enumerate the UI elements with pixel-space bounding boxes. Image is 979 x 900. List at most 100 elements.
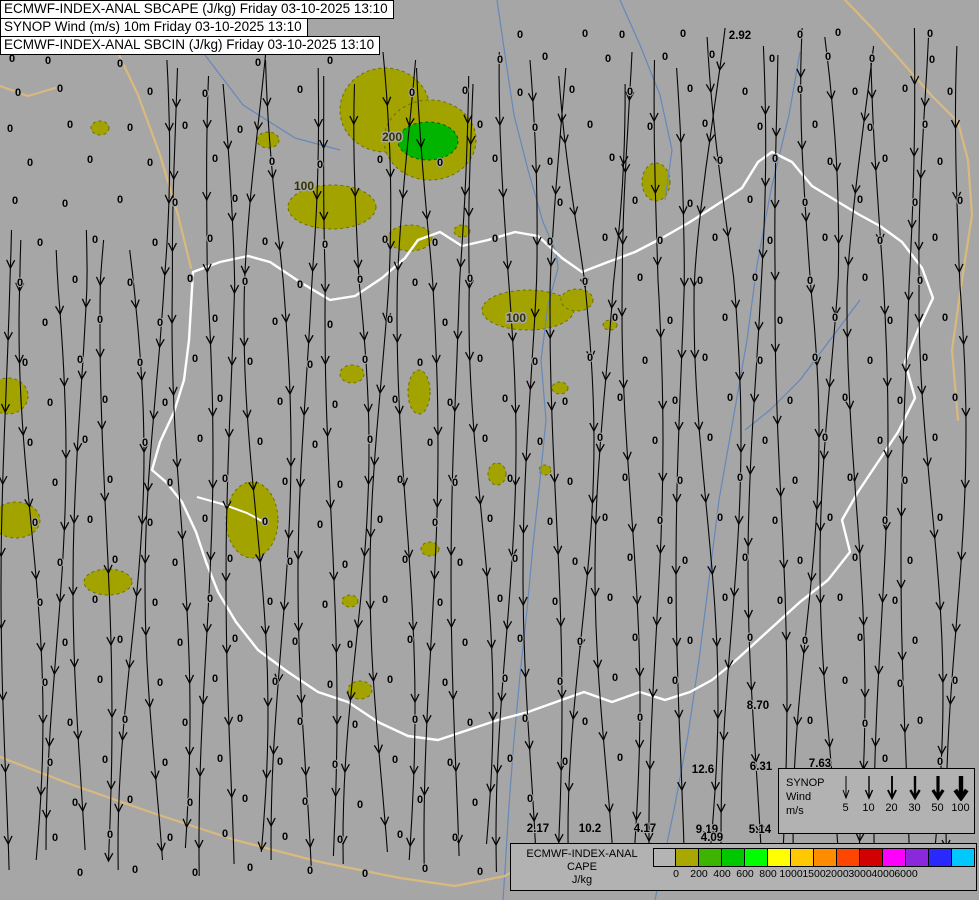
station-value-zero: 0 (882, 753, 888, 765)
station-value-zero: 0 (672, 395, 678, 407)
station-value-zero: 0 (609, 152, 615, 164)
station-value-zero: 0 (902, 83, 908, 95)
station-value-zero: 0 (632, 632, 638, 644)
station-value-zero: 0 (582, 716, 588, 728)
station-value-zero: 0 (917, 275, 923, 287)
station-value-zero: 0 (297, 279, 303, 291)
station-value: 2.92 (729, 30, 751, 42)
station-value-zero: 0 (332, 399, 338, 411)
station-value-zero: 0 (177, 637, 183, 649)
station-value-zero: 0 (87, 514, 93, 526)
station-value-zero: 0 (102, 394, 108, 406)
station-value-zero: 0 (92, 234, 98, 246)
station-value-zero: 0 (457, 557, 463, 569)
station-value-zero: 0 (512, 553, 518, 565)
cape-tick-label: 1000 (779, 868, 803, 880)
station-value-zero: 0 (432, 237, 438, 249)
contour-label: 200 (382, 130, 402, 144)
station-value-zero: 0 (327, 319, 333, 331)
station-value-zero: 0 (82, 434, 88, 446)
station-value-zero: 0 (392, 394, 398, 406)
station-value-zero: 0 (42, 677, 48, 689)
cape-colorbar: 0 200 400 600 800 1000 1500 2000 3000 4000 6000 (653, 848, 975, 890)
station-value-zero: 0 (637, 272, 643, 284)
station-value-zero: 0 (587, 352, 593, 364)
station-value-zero: 0 (777, 595, 783, 607)
wind-speed-item: 5 (834, 774, 857, 833)
station-value-zero: 0 (387, 314, 393, 326)
station-value-zero: 0 (127, 277, 133, 289)
station-value-zero: 0 (397, 829, 403, 841)
station-value-zero: 0 (437, 157, 443, 169)
station-value-zero: 0 (362, 354, 368, 366)
streamline (117, 249, 145, 871)
streamline (846, 45, 875, 867)
station-value-zero: 0 (667, 595, 673, 607)
cape-patch (225, 481, 279, 559)
station-value-zero: 0 (847, 472, 853, 484)
streamline (747, 45, 767, 867)
station-value-zero: 0 (619, 29, 625, 41)
wind-speed-label: 50 (931, 802, 944, 814)
station-value-zero: 0 (617, 392, 623, 404)
station-value-zero: 0 (117, 194, 123, 206)
station-value-zero: 0 (442, 317, 448, 329)
station-value-zero: 0 (827, 156, 833, 168)
station-value-zero: 0 (312, 439, 318, 451)
station-value-zero: 0 (247, 862, 253, 874)
station-value-zero: 0 (477, 119, 483, 131)
weather-analysis-map: 200 100 100 0 0 0 0 0 0 0 0 0 0 0 0 0 0 0 0 0 0 0 0 0 0 0 0 0 0 0 0 0 0 0… (0, 0, 979, 900)
station-value: 12.6 (692, 764, 714, 776)
station-value-zero: 0 (897, 395, 903, 407)
station-value-zero: 0 (802, 197, 808, 209)
station-value-zero: 0 (762, 435, 768, 447)
station-value-zero: 0 (652, 435, 658, 447)
station-value-zero: 0 (267, 596, 273, 608)
station-value-zero: 0 (17, 277, 23, 289)
station-value-zero: 0 (152, 237, 158, 249)
station-value-zero: 0 (237, 124, 243, 136)
wind-speed-arrow-icon (864, 776, 873, 800)
station-value-zero: 0 (929, 54, 935, 66)
streamline (468, 83, 494, 845)
station-value-zero: 0 (467, 273, 473, 285)
station-value-zero: 0 (507, 473, 513, 485)
cape-swatch (837, 848, 860, 867)
station-value-zero: 0 (522, 713, 528, 725)
station-value-zero: 0 (912, 635, 918, 647)
station-value-zero: 0 (527, 793, 533, 805)
station-value-zero: 0 (867, 355, 873, 367)
station-value-zero: 0 (882, 153, 888, 165)
wind-speed-label: 100 (951, 802, 970, 814)
station-value-zero: 0 (57, 557, 63, 569)
cape-patch (256, 131, 280, 149)
station-value-zero: 0 (582, 276, 588, 288)
station-value-zero: 0 (577, 636, 583, 648)
station-value-zero: 0 (417, 357, 423, 369)
wind-legend-units: m/s (786, 805, 804, 817)
station-value-zero: 0 (727, 392, 733, 404)
wind-legend-scale: 5 10 20 30 50 100 (834, 769, 974, 833)
station-value-zero: 0 (617, 752, 623, 764)
streamline (198, 75, 214, 877)
station-value-zero: 0 (242, 793, 248, 805)
station-value-zero: 0 (547, 516, 553, 528)
station-value-zero: 0 (182, 717, 188, 729)
station-value-zero: 0 (602, 512, 608, 524)
cape-swatch (906, 848, 929, 867)
wind-legend-param: Wind (786, 791, 812, 803)
station-value: 6.31 (750, 761, 773, 773)
station-value-zero: 0 (187, 797, 193, 809)
station-value-zero: 0 (892, 595, 898, 607)
streamline (0, 229, 13, 871)
station-value-zero: 0 (107, 474, 113, 486)
station-value-zero: 0 (952, 675, 958, 687)
streamline (706, 36, 742, 858)
station-value-zero: 0 (697, 275, 703, 287)
station-value-zero: 0 (569, 84, 575, 96)
streamline (558, 75, 595, 857)
station-value-zero: 0 (682, 555, 688, 567)
station-value-zero: 0 (242, 276, 248, 288)
station-value-zero: 0 (917, 715, 923, 727)
station-value-zero: 0 (37, 237, 43, 249)
